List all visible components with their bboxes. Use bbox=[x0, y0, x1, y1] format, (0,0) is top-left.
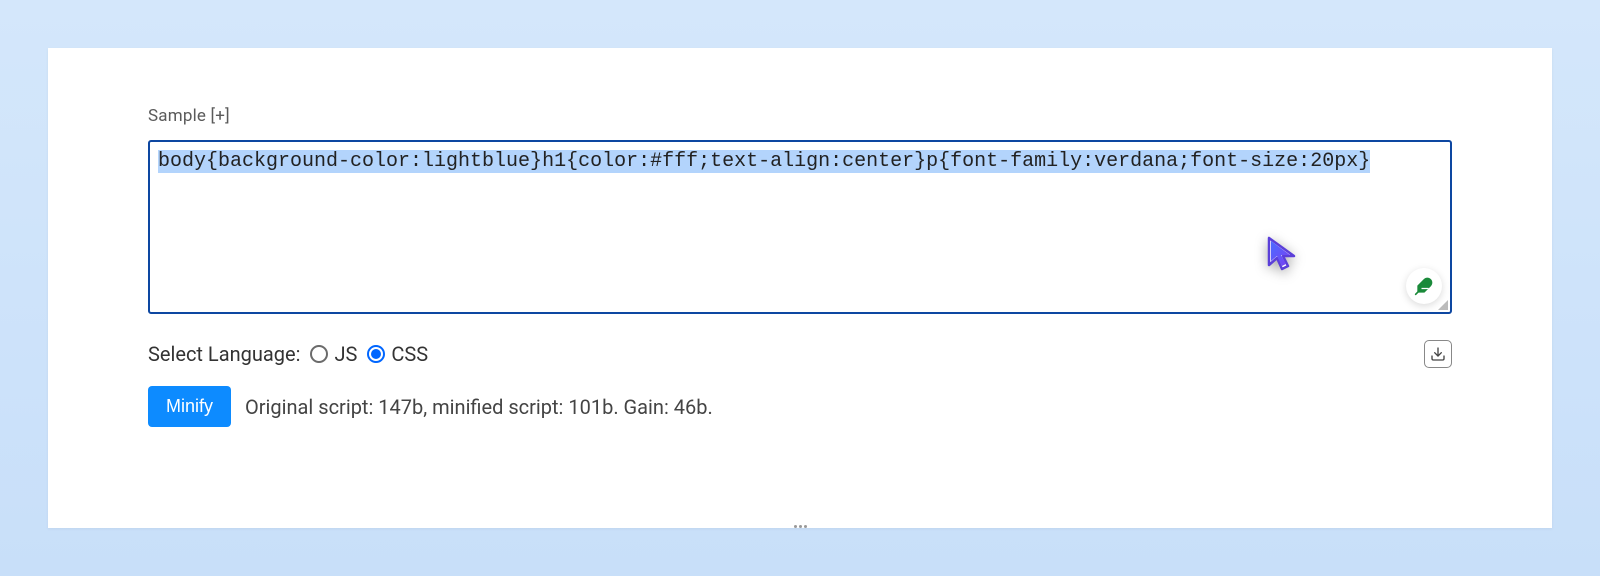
code-input[interactable]: body{background-color:lightblue}h1{color… bbox=[148, 140, 1452, 314]
radio-dot-icon bbox=[371, 349, 381, 359]
download-icon bbox=[1430, 346, 1446, 362]
code-selection: body{background-color:lightblue}h1{color… bbox=[158, 150, 1370, 173]
language-controls: Select Language: JS CSS bbox=[148, 342, 428, 366]
tool-card: Sample [+] body{background-color:lightbl… bbox=[48, 48, 1552, 528]
content-area: Sample [+] body{background-color:lightbl… bbox=[48, 48, 1552, 467]
radio-label-css: CSS bbox=[391, 342, 428, 366]
result-text: Original script: 147b, minified script: … bbox=[245, 395, 713, 419]
radio-circle-icon bbox=[310, 345, 328, 363]
bottom-drag-handle-icon bbox=[760, 525, 840, 528]
label-row: Sample [+] bbox=[148, 106, 1452, 126]
action-row: Minify Original script: 147b, minified s… bbox=[148, 386, 1452, 427]
radio-option-css[interactable]: CSS bbox=[367, 342, 428, 366]
minify-button[interactable]: Minify bbox=[148, 386, 231, 427]
radio-label-js: JS bbox=[334, 342, 357, 366]
feather-badge[interactable] bbox=[1406, 268, 1442, 304]
textarea-wrapper: body{background-color:lightblue}h1{color… bbox=[148, 140, 1452, 314]
radio-circle-icon bbox=[367, 345, 385, 363]
sample-label[interactable]: Sample [+] bbox=[148, 106, 230, 126]
feather-icon bbox=[1414, 276, 1434, 296]
radio-option-js[interactable]: JS bbox=[310, 342, 357, 366]
language-label: Select Language: bbox=[148, 342, 300, 366]
download-button[interactable] bbox=[1424, 340, 1452, 368]
controls-row: Select Language: JS CSS bbox=[148, 340, 1452, 368]
